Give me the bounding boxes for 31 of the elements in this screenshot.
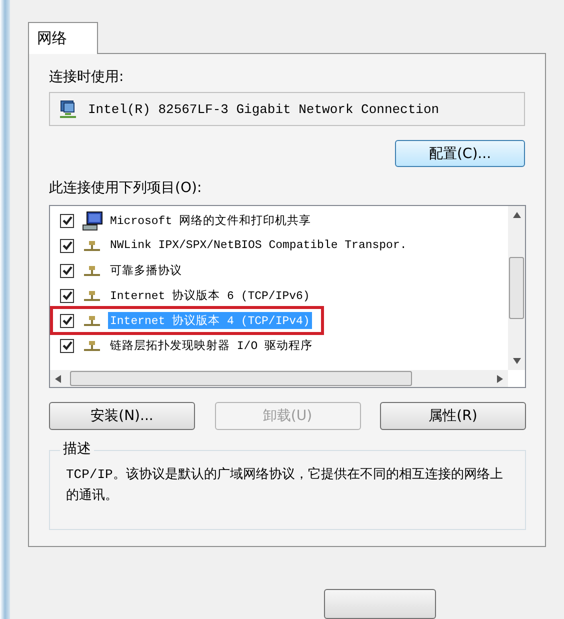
vertical-scrollbar[interactable] [508,206,525,370]
action-button[interactable]: 属性(R) [380,402,526,430]
list-item[interactable]: NWLink IPX/SPX/NetBIOS Compatible Transpor. [108,238,409,253]
checkbox[interactable] [60,214,74,228]
list-item[interactable]: Internet 协议版本 6 (TCP/IPv6) [108,287,312,304]
list-item[interactable]: 链路层拓扑发现映射器 I/O 驱动程序 [108,337,315,354]
description-text: TCP/IP。该协议是默认的广域网络协议，它提供在不同的相互连接的网络上的通讯。 [66,467,503,503]
action-button[interactable]: 安装(N)... [49,402,195,430]
scroll-thumb[interactable] [70,371,412,386]
list-item[interactable]: 可靠多播协议 [108,262,184,279]
checkbox[interactable] [60,264,74,278]
checkbox[interactable] [60,338,74,352]
configure-button[interactable]: 配置(C)... [395,140,525,167]
scroll-thumb[interactable] [509,257,524,319]
scroll-right-icon[interactable] [497,374,503,382]
adapter-field: Intel(R) 82567LF-3 Gigabit Network Connection [49,92,525,126]
checkbox[interactable] [60,238,74,252]
network-tab[interactable]: 网络 [28,22,98,54]
horizontal-scrollbar[interactable] [50,370,508,387]
computer-icon [82,210,104,230]
items-list-label: 此连接使用下列项目(O): [49,179,202,197]
scroll-up-icon[interactable] [512,212,520,218]
scroll-left-icon[interactable] [55,374,61,382]
connect-using-label: 连接时使用: [49,68,124,86]
ok-button[interactable] [324,589,436,619]
checkbox[interactable] [60,288,74,302]
network-adapter-icon [58,99,78,119]
scroll-down-icon[interactable] [512,358,520,364]
description-title: 描述 [60,440,94,458]
list-item[interactable]: Microsoft 网络的文件和打印机共享 [108,212,314,229]
checkbox[interactable] [60,314,74,328]
